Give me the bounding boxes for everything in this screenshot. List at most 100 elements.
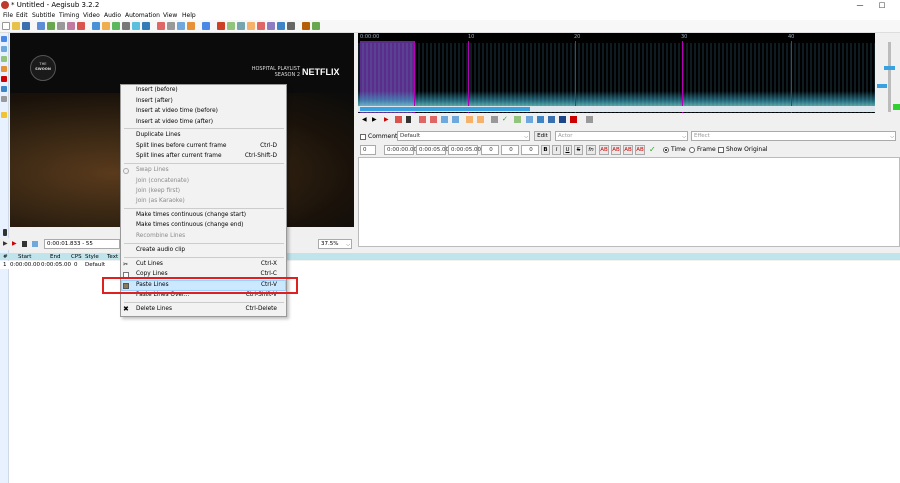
video-slider-handle[interactable] (3, 229, 7, 236)
duration-field[interactable]: 0:00:05.00 (448, 145, 481, 155)
standard-tool-icon[interactable] (1, 36, 7, 42)
menu-video[interactable]: Video (83, 11, 100, 20)
strikeout-button[interactable]: S (574, 145, 583, 155)
menu-item-insert-after[interactable]: Insert (after) (136, 98, 173, 104)
kanji-timer-icon[interactable] (177, 22, 185, 30)
menu-subtitle[interactable]: Subtitle (32, 11, 55, 20)
autoscroll-audio-icon[interactable] (537, 116, 544, 123)
video-close-icon[interactable] (57, 22, 65, 30)
rotate-xy-tool-icon[interactable] (1, 66, 7, 72)
menu-automation[interactable]: Automation (125, 11, 160, 20)
grid-header-number[interactable]: # (3, 254, 8, 260)
shadow-color-button[interactable]: AB (635, 145, 645, 155)
subtitle-text-editor[interactable] (358, 157, 900, 247)
secondary-color-button[interactable]: AB (611, 145, 621, 155)
frame-radio[interactable] (689, 147, 695, 153)
play-to-end-icon[interactable] (491, 116, 498, 123)
audio-zoom-slider-knob[interactable] (884, 66, 895, 70)
lead-out-icon[interactable] (477, 116, 484, 123)
italic-button[interactable]: I (552, 145, 561, 155)
translation-assistant-icon[interactable] (157, 22, 165, 30)
scroll-lock-icon[interactable] (586, 116, 593, 123)
maximize-button[interactable]: □ (872, 0, 892, 10)
automation-manager-icon[interactable] (217, 22, 225, 30)
play-begin-icon[interactable] (430, 116, 437, 123)
actor-select[interactable]: Actor ⌵ (555, 131, 688, 141)
grid-header-start[interactable]: Start (18, 254, 31, 260)
clip-tool-icon[interactable] (1, 86, 7, 92)
play-before-icon[interactable] (419, 116, 426, 123)
clock-icon[interactable] (277, 22, 285, 30)
rotate-z-tool-icon[interactable] (1, 56, 7, 62)
play-line-icon[interactable]: ▶ (12, 241, 18, 247)
menu-item-split-before[interactable]: Split lines before current frame (136, 143, 226, 149)
jump-start-icon[interactable] (257, 22, 265, 30)
menu-item-insert-video-before[interactable]: Insert at video time (before) (136, 108, 218, 114)
play-after-icon[interactable] (452, 116, 459, 123)
audio-close-icon[interactable] (77, 22, 85, 30)
video-zoom-select[interactable]: 37.5% ⌵ (318, 239, 352, 249)
next-line-icon[interactable]: ▶ (372, 116, 379, 123)
underline-button[interactable]: U (563, 145, 572, 155)
menu-item-delete[interactable]: Delete Lines (136, 306, 172, 312)
commit-icon[interactable]: ✓ (502, 116, 509, 123)
menu-view[interactable]: View (163, 11, 177, 20)
autonext-icon[interactable] (548, 116, 555, 123)
jump-end-icon[interactable] (267, 22, 275, 30)
margin-vertical-field[interactable]: 0 (521, 145, 539, 155)
audio-zoom-slider[interactable] (888, 42, 891, 112)
menu-file[interactable]: File (3, 11, 13, 20)
audio-open-icon[interactable] (67, 22, 75, 30)
menu-item-continuous-end[interactable]: Make times continuous (change end) (136, 222, 243, 228)
jump-to-icon[interactable] (37, 22, 45, 30)
timing-postprocessor-icon[interactable] (167, 22, 175, 30)
edit-style-button[interactable]: Edit (534, 131, 551, 141)
open-file-icon[interactable] (12, 22, 20, 30)
bold-button[interactable]: B (541, 145, 550, 155)
spectrum-icon[interactable] (559, 116, 566, 123)
video-time-field[interactable]: 0:00:01.833 - 55 (44, 239, 120, 249)
play-line-audio-icon[interactable] (395, 116, 402, 123)
play-end-icon[interactable] (441, 116, 448, 123)
menu-item-split-after[interactable]: Split lines after current frame (136, 153, 222, 159)
styles-manager-icon[interactable] (102, 22, 110, 30)
spellcheck-icon[interactable] (187, 22, 195, 30)
tools-icon[interactable] (302, 22, 310, 30)
play-icon[interactable]: ▶ (3, 241, 9, 247)
prev-line-icon[interactable]: ◀ (362, 116, 369, 123)
menu-timing[interactable]: Timing (59, 11, 79, 20)
lead-in-icon[interactable] (466, 116, 473, 123)
menu-audio[interactable]: Audio (104, 11, 121, 20)
grid-header-text[interactable]: Text (107, 254, 118, 260)
video-open-icon[interactable] (47, 22, 55, 30)
menu-item-cut[interactable]: Cut Lines (136, 261, 163, 267)
menu-item-continuous-start[interactable]: Make times continuous (change start) (136, 212, 246, 218)
margin-right-field[interactable]: 0 (501, 145, 519, 155)
toggle-tags-icon[interactable] (312, 22, 320, 30)
find-icon[interactable] (227, 22, 235, 30)
fonts-collector-icon[interactable] (122, 22, 130, 30)
font-button[interactable]: fn (586, 145, 596, 155)
menu-item-audio-clip[interactable]: Create audio clip (136, 247, 185, 253)
comment-checkbox[interactable] (360, 134, 366, 140)
primary-color-button[interactable]: AB (599, 145, 609, 155)
show-original-checkbox[interactable] (718, 147, 724, 153)
menu-item-insert-before[interactable]: Insert (before) (136, 87, 178, 93)
effect-select[interactable]: Effect ⌵ (691, 131, 896, 141)
shift-times-icon[interactable] (132, 22, 140, 30)
time-radio[interactable] (663, 147, 669, 153)
scale-tool-icon[interactable] (1, 76, 7, 82)
audio-stop-icon[interactable] (406, 116, 411, 123)
audio-waveform-display[interactable]: 0:00:00 10 20 30 40 (358, 33, 875, 113)
style-select[interactable]: Default ⌵ (397, 131, 530, 141)
new-file-icon[interactable] (2, 22, 10, 30)
grid-header-cps[interactable]: CPS (71, 254, 82, 260)
menu-item-insert-video-after[interactable]: Insert at video time (after) (136, 119, 213, 125)
start-time-field[interactable]: 0:00:00.00 (384, 145, 417, 155)
attachments-icon[interactable] (112, 22, 120, 30)
audio-volume-slider-knob[interactable] (877, 84, 887, 88)
styling-assistant-icon[interactable] (202, 22, 210, 30)
autoscroll-icon[interactable] (32, 241, 38, 247)
grid-header-style[interactable]: Style (85, 254, 99, 260)
layer-spin[interactable]: 0 (360, 145, 376, 155)
